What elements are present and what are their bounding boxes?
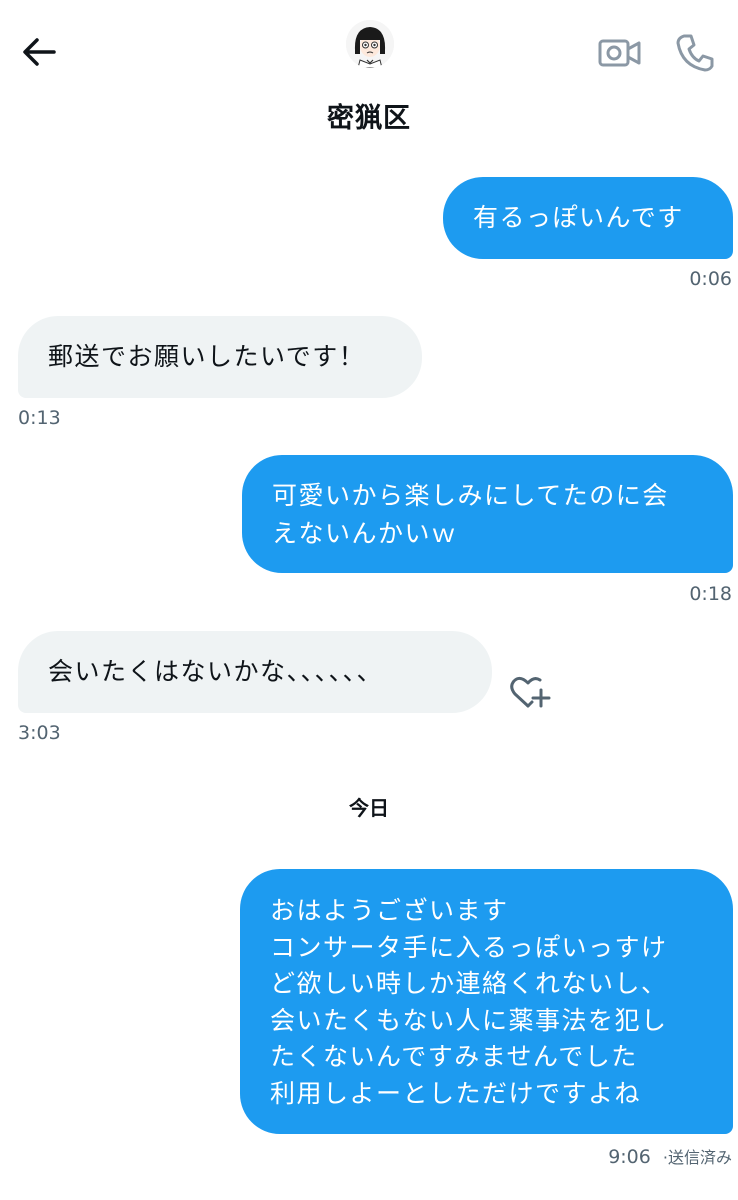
- message-timestamp: 3:03: [18, 722, 61, 744]
- message-text: 有るっぽいんです: [473, 203, 684, 232]
- back-button[interactable]: [20, 32, 60, 72]
- message-meta: 9:06 ·送信済み: [480, 1144, 732, 1168]
- message-text-line: えないんかいｗ: [272, 519, 458, 548]
- message-timestamp: 0:13: [18, 407, 61, 429]
- video-call-icon: [598, 39, 641, 67]
- message-bubble-incoming[interactable]: 会いたくはないかな、、、、、、: [18, 631, 492, 713]
- delivery-status: ·送信済み: [662, 1148, 732, 1167]
- avatar-illustration: [346, 20, 394, 68]
- message-text-line: 可愛いから楽しみにしてたのに会: [272, 481, 669, 510]
- message-text-line: 会いたくもない人に薬事法を犯し: [270, 1005, 668, 1035]
- voice-call-button[interactable]: [674, 30, 718, 74]
- video-call-button[interactable]: [598, 34, 642, 70]
- message-bubble-incoming[interactable]: 郵送でお願いしたいです！: [18, 316, 422, 398]
- message-text-line: たくないんですみませんでした: [270, 1042, 638, 1071]
- message-bubble-outgoing[interactable]: おはようございます コンサータ手に入るっぽいっすけ ど欲しい時しか連絡くれないし…: [240, 869, 733, 1134]
- day-separator: 今日: [349, 796, 389, 820]
- message-text: 会いたくはないかな、、、、、、: [48, 657, 384, 686]
- add-reaction-button[interactable]: [508, 672, 552, 712]
- message-timestamp: 9:06: [608, 1146, 651, 1168]
- add-reaction-icon: [510, 676, 551, 708]
- message-text-line: 利用しよーとしただけですよね: [270, 1078, 642, 1108]
- message-timestamp: 0:18: [689, 583, 732, 605]
- phone-icon: [676, 34, 714, 72]
- message-text: 郵送でお願いしたいです！: [48, 342, 366, 371]
- message-text-line: コンサータ手に入るっぽいっすけ: [270, 932, 668, 962]
- message-bubble-outgoing[interactable]: 有るっぽいんです: [443, 177, 733, 259]
- contact-name: 密猟区: [327, 103, 411, 134]
- message-text-line: ど欲しい時しか連絡くれないし、: [270, 969, 668, 998]
- back-arrow-icon: [23, 38, 56, 66]
- contact-avatar[interactable]: [346, 20, 394, 68]
- message-text-line: おはようございます: [270, 896, 509, 925]
- message-bubble-outgoing[interactable]: 可愛いから楽しみにしてたのに会 えないんかいｗ: [242, 455, 733, 573]
- conversation-header: 密猟区: [0, 0, 738, 150]
- message-timestamp: 0:06: [689, 268, 732, 290]
